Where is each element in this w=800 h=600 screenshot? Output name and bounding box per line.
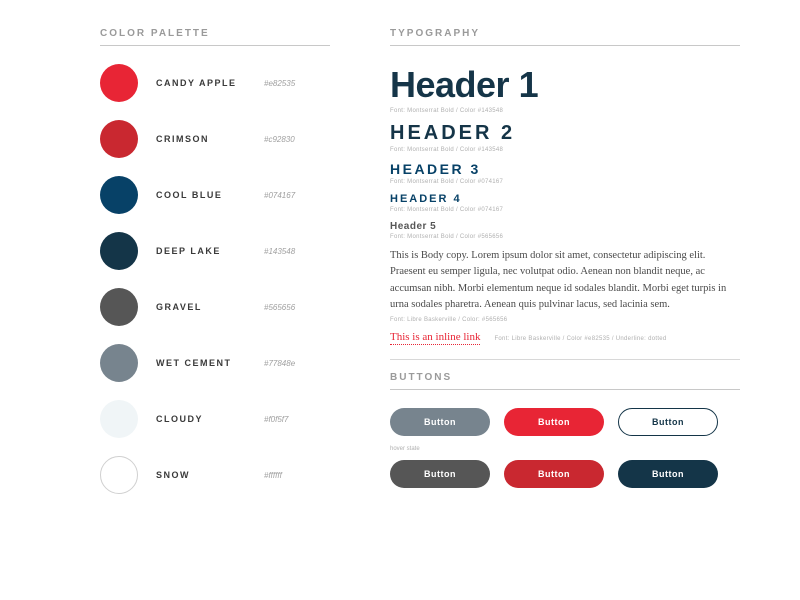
- swatch-name: CRIMSON: [156, 134, 246, 144]
- color-palette-section: COLOR PALETTE CANDY APPLE #e82535 CRIMSO…: [100, 28, 330, 572]
- body-copy: This is Body copy. Lorem ipsum dolor sit…: [390, 248, 740, 313]
- header-5: Header 5: [390, 221, 740, 232]
- typography-title: TYPOGRAPHY: [390, 28, 740, 46]
- body-copy-spec: Font: Libre Baskerville / Color: #565656: [390, 317, 740, 323]
- header-4: HEADER 4: [390, 193, 740, 205]
- swatch-color: [100, 288, 138, 326]
- swatch-cloudy: CLOUDY #f0f5f7: [100, 400, 330, 438]
- right-column: TYPOGRAPHY Header 1 Font: Montserrat Bol…: [390, 28, 740, 572]
- swatch-color: [100, 64, 138, 102]
- inline-link-spec: Font: Libre Baskerville / Color #e82535 …: [494, 336, 666, 342]
- swatch-hex: #e82535: [264, 79, 295, 88]
- header-1: Header 1: [390, 64, 740, 106]
- swatch-color: [100, 232, 138, 270]
- swatch-name: COOL BLUE: [156, 190, 246, 200]
- header-3-spec: Font: Montserrat Bold / Color #074167: [390, 179, 740, 185]
- swatch-color: [100, 176, 138, 214]
- header-4-block: HEADER 4 Font: Montserrat Bold / Color #…: [390, 193, 740, 213]
- swatch-color: [100, 456, 138, 494]
- swatch-name: WET CEMENT: [156, 358, 246, 368]
- button-hover-gray[interactable]: Button: [390, 460, 490, 488]
- swatch-color: [100, 120, 138, 158]
- button-hover-navy[interactable]: Button: [618, 460, 718, 488]
- swatch-hex: #77848e: [264, 359, 295, 368]
- swatch-hex: #c92830: [264, 135, 295, 144]
- header-2-spec: Font: Montserrat Bold / Color #143548: [390, 147, 740, 153]
- swatch-cool-blue: COOL BLUE #074167: [100, 176, 330, 214]
- swatch-color: [100, 400, 138, 438]
- palette-title: COLOR PALETTE: [100, 28, 330, 46]
- header-5-spec: Font: Montserrat Bold / Color #565656: [390, 234, 740, 240]
- header-2-block: HEADER 2 Font: Montserrat Bold / Color #…: [390, 122, 740, 153]
- header-2: HEADER 2: [390, 122, 740, 145]
- divider: [390, 359, 740, 360]
- header-4-spec: Font: Montserrat Bold / Color #074167: [390, 207, 740, 213]
- swatch-crimson: CRIMSON #c92830: [100, 120, 330, 158]
- button-hover-red[interactable]: Button: [504, 460, 604, 488]
- swatch-gravel: GRAVEL #565656: [100, 288, 330, 326]
- swatch-name: SNOW: [156, 470, 246, 480]
- button-default-outline[interactable]: Button: [618, 408, 718, 436]
- header-1-spec: Font: Montserrat Bold / Color #143548: [390, 108, 740, 114]
- button-row-hover: Button Button Button: [390, 460, 740, 488]
- swatch-hex: #565656: [264, 303, 295, 312]
- swatch-name: GRAVEL: [156, 302, 246, 312]
- header-3: HEADER 3: [390, 161, 740, 177]
- button-row-default: Button Button Button: [390, 408, 740, 436]
- swatch-name: CLOUDY: [156, 414, 246, 424]
- hover-state-label: hover state: [390, 446, 740, 452]
- inline-link[interactable]: This is an inline link: [390, 331, 480, 345]
- inline-link-row: This is an inline link Font: Libre Baske…: [390, 331, 740, 345]
- swatch-snow: SNOW #ffffff: [100, 456, 330, 494]
- header-5-block: Header 5 Font: Montserrat Bold / Color #…: [390, 221, 740, 240]
- button-default-red[interactable]: Button: [504, 408, 604, 436]
- swatch-wet-cement: WET CEMENT #77848e: [100, 344, 330, 382]
- swatch-name: CANDY APPLE: [156, 78, 246, 88]
- swatch-hex: #143548: [264, 247, 295, 256]
- swatch-hex: #f0f5f7: [264, 415, 288, 424]
- button-default-gray[interactable]: Button: [390, 408, 490, 436]
- swatch-hex: #ffffff: [264, 471, 282, 480]
- buttons-title: BUTTONS: [390, 372, 740, 390]
- swatch-candy-apple: CANDY APPLE #e82535: [100, 64, 330, 102]
- swatch-color: [100, 344, 138, 382]
- swatch-name: DEEP LAKE: [156, 246, 246, 256]
- swatch-deep-lake: DEEP LAKE #143548: [100, 232, 330, 270]
- header-3-block: HEADER 3 Font: Montserrat Bold / Color #…: [390, 161, 740, 185]
- header-1-block: Header 1 Font: Montserrat Bold / Color #…: [390, 64, 740, 114]
- swatch-hex: #074167: [264, 191, 295, 200]
